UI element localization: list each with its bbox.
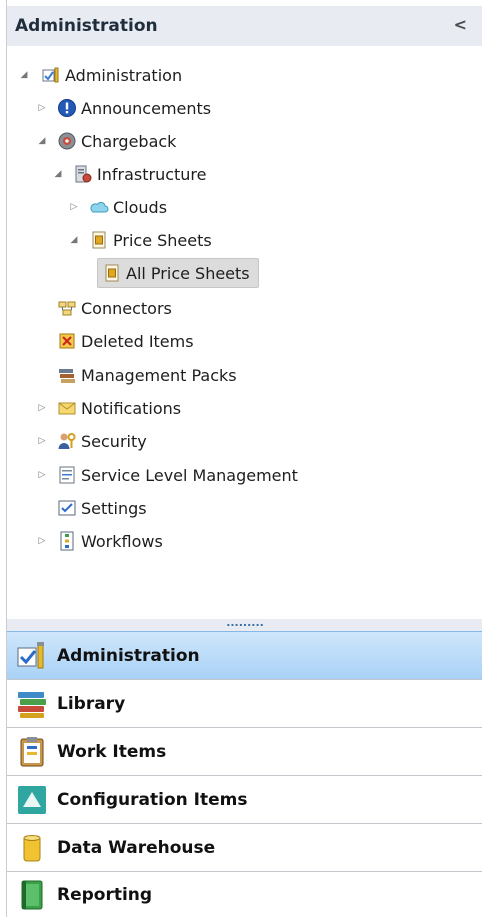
nav-button-label: Administration [57, 645, 200, 666]
tree-node-label: Service Level Management [81, 465, 298, 485]
tree-node-connectors[interactable]: Connectors [57, 295, 172, 321]
management-packs-icon [57, 365, 77, 385]
price-sheet-icon [102, 263, 122, 283]
price-sheet-icon [89, 230, 109, 250]
tree-node-label: Connectors [81, 298, 172, 318]
nav-button-configuration-items[interactable]: Configuration Items [7, 775, 482, 823]
security-icon [57, 431, 77, 451]
data-warehouse-icon [15, 831, 49, 865]
tree-node-security[interactable]: ▷ Security [37, 428, 147, 454]
reporting-icon [15, 878, 49, 912]
library-icon [15, 687, 49, 721]
tree-node-label: Security [81, 431, 147, 451]
collapsed-arrow-icon[interactable]: ▷ [69, 202, 79, 212]
tree-node-administration[interactable]: ◢ Administration [19, 62, 183, 88]
tree-node-label: Settings [81, 498, 147, 518]
tree-node-label: Price Sheets [113, 230, 212, 250]
nav-button-label: Configuration Items [57, 789, 248, 810]
tree-node-label: Administration [65, 65, 183, 85]
collapsed-arrow-icon[interactable]: ▷ [37, 436, 47, 446]
nav-button-reporting[interactable]: Reporting [7, 871, 482, 918]
administration-icon [41, 65, 61, 85]
collapsed-arrow-icon[interactable]: ▷ [37, 403, 47, 413]
nav-button-administration[interactable]: Administration [7, 631, 482, 680]
nav-button-data-warehouse[interactable]: Data Warehouse [7, 823, 482, 871]
settings-icon [57, 498, 77, 518]
tree-node-notifications[interactable]: ▷ Notifications [37, 395, 182, 421]
tree-node-label: Infrastructure [97, 164, 207, 184]
announcements-icon [57, 98, 77, 118]
tree-node-all-price-sheets[interactable]: All Price Sheets [97, 258, 259, 288]
tree-node-label: Workflows [81, 531, 163, 551]
tree-node-label: Chargeback [81, 131, 177, 151]
tree-node-price-sheets[interactable]: ◢ Price Sheets [69, 227, 212, 253]
nav-button-label: Data Warehouse [57, 837, 216, 858]
service-level-icon [57, 465, 77, 485]
collapsed-arrow-icon[interactable]: ▷ [37, 536, 47, 546]
nav-button-label: Reporting [57, 885, 153, 905]
work-items-icon [15, 735, 49, 769]
tree-node-management-packs[interactable]: Management Packs [57, 362, 237, 388]
pane-title: Administration [15, 16, 158, 36]
tree-node-announcements[interactable]: ▷ Announcements [37, 95, 212, 121]
tree-node-deleted-items[interactable]: Deleted Items [57, 328, 194, 354]
expanded-arrow-icon[interactable]: ◢ [37, 136, 47, 146]
nav-button-label: Library [57, 693, 126, 714]
expanded-arrow-icon[interactable]: ◢ [53, 169, 63, 179]
deleted-items-icon [57, 331, 77, 351]
nav-button-label: Work Items [57, 741, 167, 762]
splitter-grip[interactable]: ......... [226, 617, 264, 628]
tree-node-workflows[interactable]: ▷ Workflows [37, 528, 163, 554]
pane-splitter[interactable]: ......... [7, 617, 482, 631]
tree-node-label: Deleted Items [81, 331, 194, 351]
tree-node-label: Management Packs [81, 365, 237, 385]
tree-node-label: Clouds [113, 197, 168, 217]
tree-node-clouds[interactable]: ▷ Clouds [69, 194, 168, 220]
chargeback-icon [57, 131, 77, 151]
notifications-icon [57, 398, 77, 418]
collapsed-arrow-icon[interactable]: ▷ [37, 103, 47, 113]
tree-node-chargeback[interactable]: ◢ Chargeback [37, 128, 177, 154]
pane-header: Administration < [7, 6, 482, 47]
tree-node-infrastructure[interactable]: ◢ Infrastructure [53, 161, 207, 187]
tree-node-service-level-management[interactable]: ▷ Service Level Management [37, 462, 298, 488]
admin-tree: ◢ Administration ▷ Announcements ◢ Charg… [7, 46, 482, 619]
tree-node-label: Notifications [81, 398, 182, 418]
cloud-icon [89, 197, 109, 217]
expanded-arrow-icon[interactable]: ◢ [19, 70, 29, 80]
nav-button-library[interactable]: Library [7, 679, 482, 727]
infrastructure-icon [73, 164, 93, 184]
collapse-pane-icon[interactable]: < [454, 15, 467, 34]
administration-nav-icon [15, 639, 49, 673]
configuration-items-icon [15, 783, 49, 817]
connectors-icon [57, 298, 77, 318]
tree-node-label: Announcements [81, 98, 212, 118]
navigation-pane: Administration < ◢ Administration ▷ Anno… [6, 0, 482, 918]
workflows-icon [57, 531, 77, 551]
expanded-arrow-icon[interactable]: ◢ [69, 235, 79, 245]
nav-button-work-items[interactable]: Work Items [7, 727, 482, 775]
tree-node-settings[interactable]: Settings [57, 495, 147, 521]
collapsed-arrow-icon[interactable]: ▷ [37, 470, 47, 480]
tree-node-label: All Price Sheets [126, 263, 250, 283]
